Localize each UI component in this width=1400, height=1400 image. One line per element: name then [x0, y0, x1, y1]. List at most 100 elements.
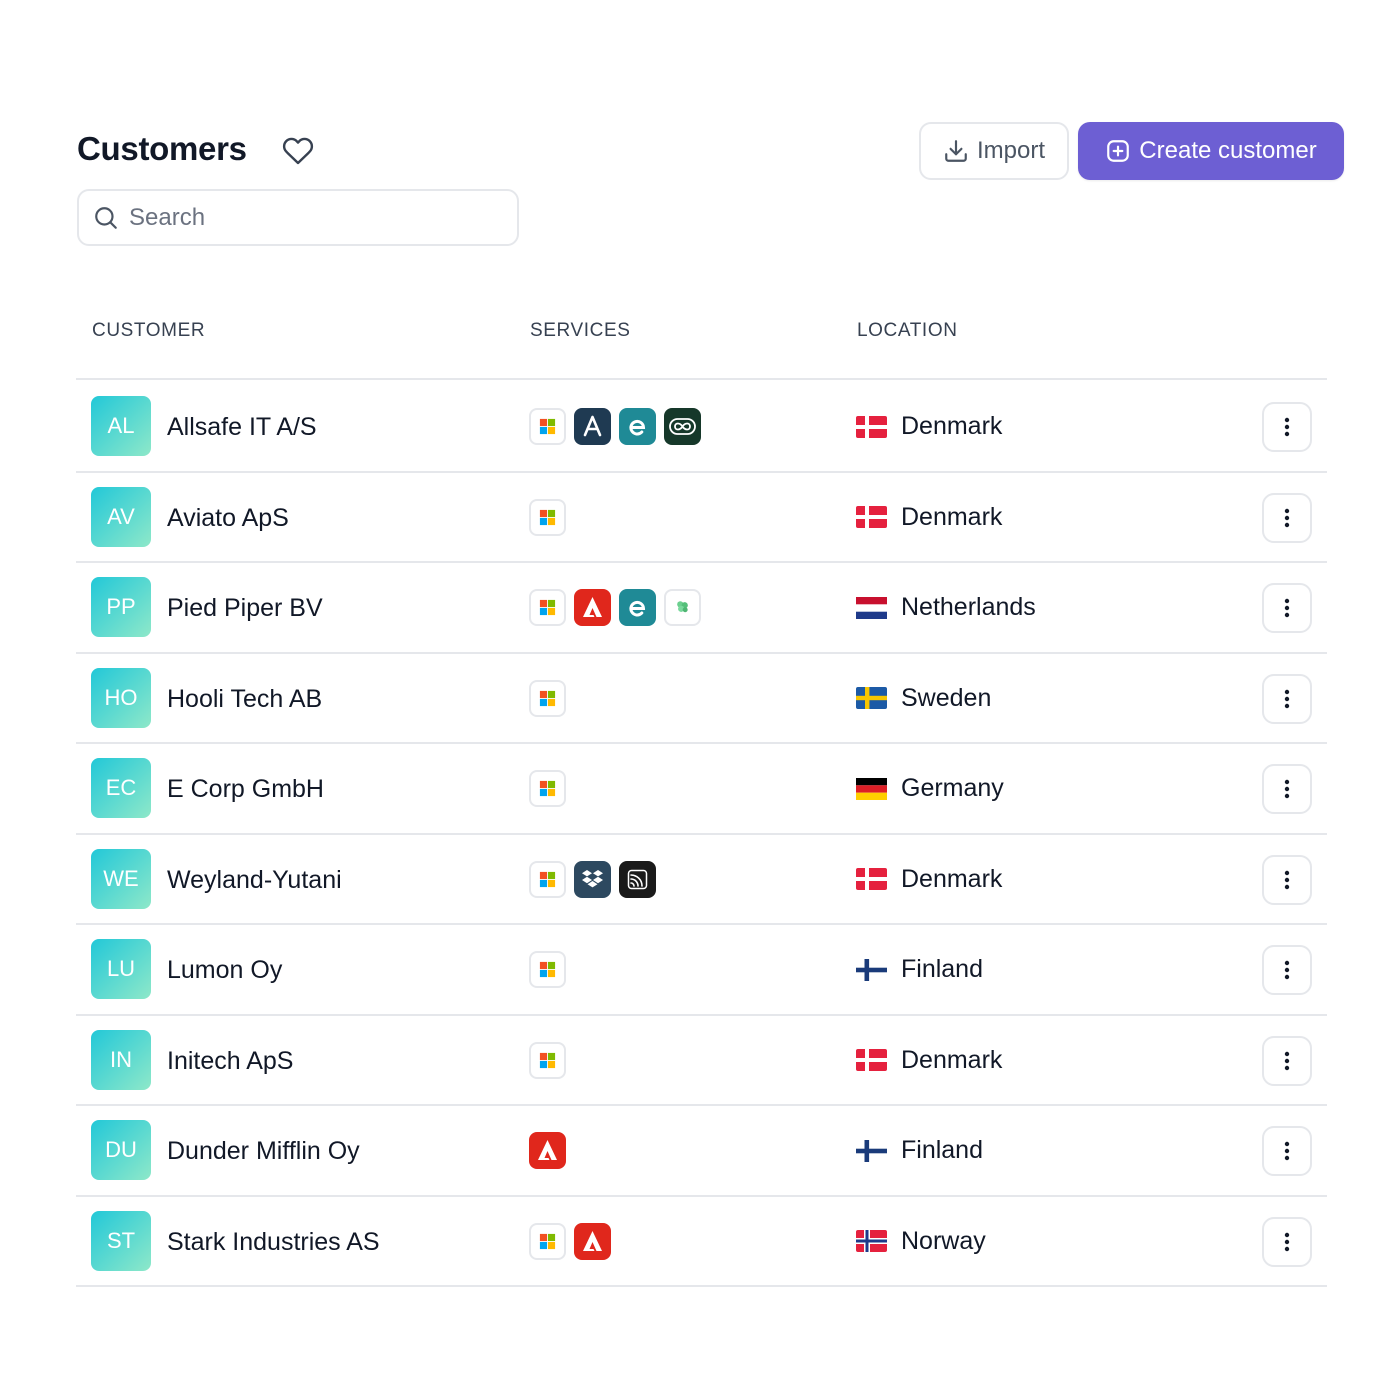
customer-name[interactable]: Stark Industries AS	[167, 1228, 380, 1257]
location: Denmark	[856, 503, 1002, 532]
search-icon	[93, 205, 119, 231]
services-list	[529, 1222, 611, 1260]
search-input[interactable]	[129, 203, 489, 232]
flag-fi-icon	[856, 958, 887, 981]
avatar: IN	[91, 1029, 151, 1090]
more-vertical-icon	[1284, 1232, 1290, 1251]
location: Denmark	[856, 412, 1002, 441]
microsoft-icon	[529, 1222, 566, 1260]
location-name: Finland	[901, 1136, 983, 1164]
more-vertical-icon	[1284, 960, 1290, 980]
row-actions-button[interactable]	[1262, 1216, 1312, 1267]
services-list	[529, 498, 566, 536]
customer-name[interactable]: Lumon Oy	[167, 956, 282, 985]
create-customer-button[interactable]: Create customer	[1078, 122, 1344, 180]
table-row[interactable]: DU Dunder Mifflin Oy Finland	[76, 1106, 1327, 1197]
table-row[interactable]: EC E Corp GmbH Germany	[76, 744, 1327, 835]
flag-dk-icon	[856, 868, 887, 890]
column-header-services[interactable]: SERVICES	[530, 320, 631, 342]
flag-dk-icon	[856, 1049, 887, 1071]
exclaimer-icon	[619, 408, 656, 445]
row-actions-button[interactable]	[1262, 673, 1312, 724]
location: Norway	[856, 1227, 986, 1256]
flag-dk-icon	[856, 415, 887, 438]
avatar: EC	[91, 758, 151, 818]
microsoft-icon	[529, 408, 566, 445]
flag-se-icon	[856, 687, 887, 709]
location-name: Sweden	[901, 683, 992, 712]
customer-name[interactable]: Weyland-Yutani	[167, 866, 342, 895]
location-name: Denmark	[901, 502, 1003, 531]
table-row[interactable]: IN Initech ApS Denmark	[76, 1016, 1327, 1106]
search-box[interactable]	[77, 189, 519, 246]
flag-nl-icon	[856, 596, 887, 619]
table-row[interactable]: AV Aviato ApS Denmark	[76, 473, 1327, 563]
services-list	[529, 770, 566, 807]
table-header: CUSTOMER SERVICES LOCATION	[76, 310, 1327, 380]
services-list	[529, 679, 566, 717]
row-actions-button[interactable]	[1262, 1126, 1312, 1176]
flag-fi-icon	[856, 1139, 887, 1162]
flag-dk-icon	[856, 506, 887, 528]
download-icon	[945, 140, 967, 162]
microsoft-icon	[529, 1041, 566, 1079]
customer-name[interactable]: Aviato ApS	[167, 504, 289, 533]
row-actions-button[interactable]	[1262, 945, 1312, 995]
microsoft-icon	[529, 951, 566, 988]
row-actions-button[interactable]	[1262, 764, 1312, 814]
customer-name[interactable]: Initech ApS	[167, 1047, 293, 1076]
flag-de-icon	[856, 777, 887, 800]
customer-name[interactable]: E Corp GmbH	[167, 775, 324, 804]
avatar: AV	[91, 486, 151, 547]
avatar: WE	[91, 848, 151, 909]
table-row[interactable]: WE Weyland-Yutani Denmark	[76, 835, 1327, 925]
location-name: Denmark	[901, 1045, 1003, 1074]
location-name: Germany	[901, 774, 1004, 802]
table-row[interactable]: LU Lumon Oy Finland	[76, 925, 1327, 1016]
table-row[interactable]: AL Allsafe IT A/S Denmark	[76, 382, 1327, 473]
avatar: LU	[91, 939, 151, 999]
infinity-icon	[664, 408, 701, 445]
customer-name[interactable]: Hooli Tech AB	[167, 685, 322, 714]
row-actions-button[interactable]	[1262, 492, 1312, 543]
page-title: Customers	[77, 130, 247, 167]
row-actions-button[interactable]	[1262, 1035, 1312, 1086]
row-actions-button[interactable]	[1262, 854, 1312, 905]
location-name: Denmark	[901, 864, 1003, 893]
more-vertical-icon	[1284, 1051, 1290, 1070]
row-actions-button[interactable]	[1262, 583, 1312, 633]
customer-name[interactable]: Allsafe IT A/S	[167, 413, 317, 442]
more-vertical-icon	[1284, 1141, 1290, 1161]
create-customer-label: Create customer	[1139, 137, 1317, 164]
services-list	[529, 1041, 566, 1079]
dropbox-icon	[574, 860, 611, 898]
autotask-icon	[574, 408, 611, 445]
signal-icon	[619, 860, 656, 898]
microsoft-icon	[529, 498, 566, 536]
table-row[interactable]: PP Pied Piper BV Netherlands	[76, 563, 1327, 654]
microsoft-icon	[529, 679, 566, 717]
microsoft-icon	[529, 589, 566, 626]
column-header-location[interactable]: LOCATION	[857, 320, 958, 342]
customer-table-body: AL Allsafe IT A/S Denmark AV Aviato ApS …	[76, 382, 1327, 1287]
services-list	[529, 589, 701, 626]
table-row[interactable]: HO Hooli Tech AB Sweden	[76, 654, 1327, 744]
location: Finland	[856, 1136, 983, 1165]
location-name: Finland	[901, 955, 983, 983]
customer-name[interactable]: Dunder Mifflin Oy	[167, 1137, 360, 1166]
column-header-customer[interactable]: CUSTOMER	[92, 320, 205, 342]
services-list	[529, 951, 566, 988]
more-vertical-icon	[1284, 598, 1290, 618]
adobe-icon	[529, 1132, 566, 1169]
more-vertical-icon	[1284, 779, 1290, 799]
import-button[interactable]: Import	[919, 122, 1069, 180]
heart-icon[interactable]	[282, 135, 314, 167]
location: Denmark	[856, 865, 1002, 894]
customer-name[interactable]: Pied Piper BV	[167, 594, 323, 623]
more-vertical-icon	[1284, 417, 1290, 437]
table-row[interactable]: ST Stark Industries AS Norway	[76, 1197, 1327, 1287]
row-actions-button[interactable]	[1262, 402, 1312, 452]
location: Germany	[856, 774, 1004, 803]
adobe-icon	[574, 1222, 611, 1260]
more-vertical-icon	[1284, 870, 1290, 889]
